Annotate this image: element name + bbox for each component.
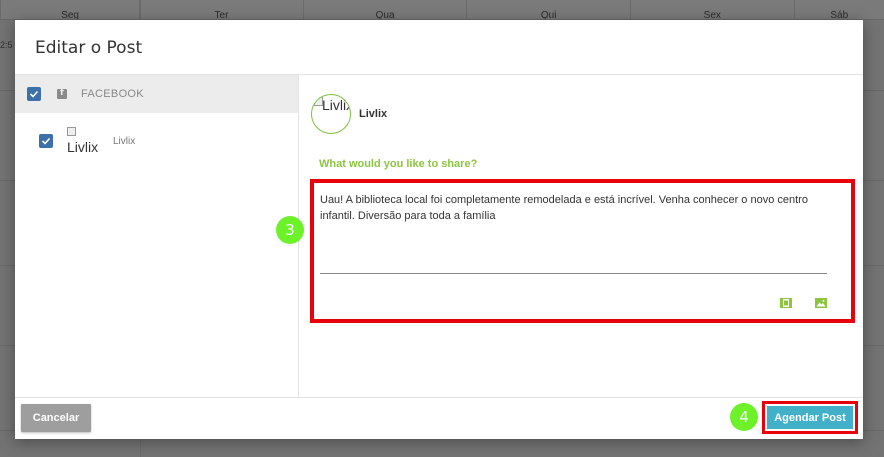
account-item-livlix[interactable]: Livlix Livlix: [15, 113, 298, 155]
facebook-icon: [57, 88, 67, 99]
facebook-network-row[interactable]: FACEBOOK: [15, 75, 298, 113]
account-checkbox[interactable]: [39, 134, 53, 148]
step-badge-4: 4: [730, 403, 758, 431]
edit-post-modal: Editar o Post FACEBOOK Livlix Livlix: [15, 20, 863, 439]
accounts-panel: FACEBOOK Livlix Livlix: [15, 75, 299, 397]
schedule-button-highlight: Agendar Post: [762, 401, 858, 434]
profile-name: Livlix: [359, 108, 388, 120]
account-name: Livlix: [113, 136, 136, 147]
video-icon[interactable]: [780, 298, 792, 308]
modal-title: Editar o Post: [35, 38, 143, 58]
avatar-alt-text: Livlix: [67, 139, 99, 155]
image-icon[interactable]: [815, 298, 827, 308]
broken-image-icon: [67, 127, 76, 136]
facebook-label: FACEBOOK: [81, 88, 144, 100]
post-text-input[interactable]: Uau! A biblioteca local foi completament…: [320, 192, 835, 224]
step-badge-3: 3: [276, 216, 304, 244]
post-composer: Uau! A biblioteca local foi completament…: [310, 179, 855, 323]
modal-body: FACEBOOK Livlix Livlix Livlix Livlix: [15, 75, 863, 397]
account-avatar: Livlix: [67, 127, 101, 155]
cancel-button[interactable]: Cancelar: [21, 404, 91, 432]
modal-header: Editar o Post: [15, 20, 863, 75]
profile-header: Livlix Livlix: [311, 94, 387, 134]
facebook-checkbox[interactable]: [27, 87, 41, 101]
input-underline: [320, 273, 827, 274]
check-icon: [29, 90, 39, 98]
schedule-post-button[interactable]: Agendar Post: [767, 406, 853, 429]
check-icon: [41, 137, 51, 145]
avatar-alt-text: Livlix: [322, 97, 351, 113]
share-prompt-label: What would you like to share?: [319, 158, 478, 170]
post-editor-panel: Livlix Livlix What would you like to sha…: [299, 75, 863, 397]
profile-avatar: Livlix: [311, 94, 351, 134]
